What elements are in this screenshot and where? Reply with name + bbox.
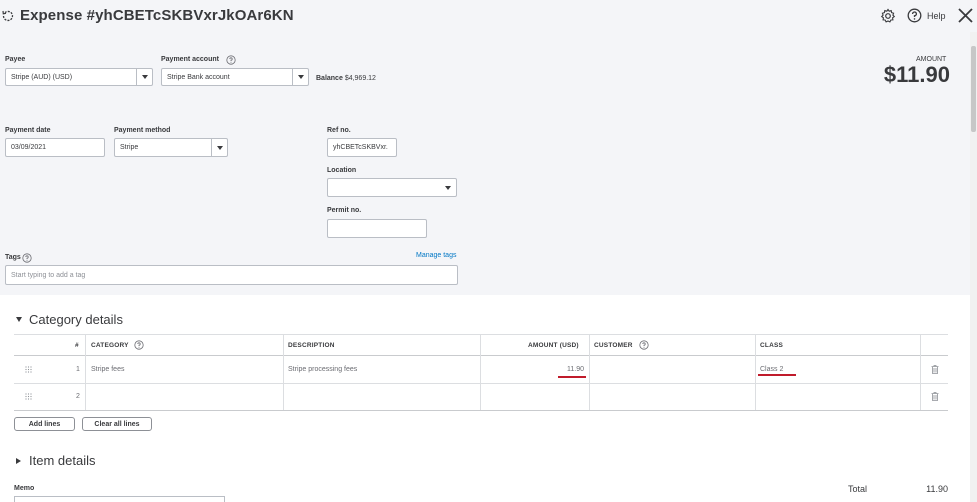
header-bar: Expense #yhCBETcSKBVxrJkOAr6KN Help bbox=[0, 0, 977, 32]
permit-no-label: Permit no. bbox=[327, 207, 362, 214]
ref-no-input[interactable]: yhCBETcSKBVxr. bbox=[327, 138, 397, 157]
close-icon[interactable] bbox=[957, 7, 974, 24]
category-details-toggle[interactable]: Category details bbox=[29, 312, 123, 327]
payment-date-input[interactable]: 03/09/2021 bbox=[5, 138, 105, 157]
ref-no-label: Ref no. bbox=[327, 127, 351, 134]
ref-no-value: yhCBETcSKBVxr. bbox=[333, 144, 388, 151]
divider bbox=[14, 410, 948, 411]
divider bbox=[14, 383, 948, 384]
scrollbar-thumb[interactable] bbox=[971, 46, 976, 132]
payee-select[interactable]: Stripe (AUD) (USD) bbox=[5, 68, 153, 86]
history-icon[interactable] bbox=[1, 9, 15, 23]
tags-label: Tags bbox=[5, 254, 21, 261]
col-num: # bbox=[75, 342, 79, 349]
expand-caret-icon[interactable] bbox=[16, 458, 21, 464]
permit-no-input[interactable] bbox=[327, 219, 427, 238]
total-value: 11.90 bbox=[926, 484, 948, 494]
gear-icon[interactable] bbox=[880, 8, 896, 24]
memo-label: Memo bbox=[14, 485, 35, 492]
payee-label: Payee bbox=[5, 56, 26, 63]
location-label: Location bbox=[327, 167, 357, 174]
trash-icon[interactable] bbox=[931, 392, 939, 401]
error-underline bbox=[558, 376, 586, 378]
col-amount: AMOUNT (USD) bbox=[528, 342, 579, 349]
add-lines-button[interactable]: Add lines bbox=[14, 417, 75, 431]
payment-method-label: Payment method bbox=[114, 127, 171, 134]
collapse-caret-icon[interactable] bbox=[16, 317, 22, 322]
amount-value: $11.90 bbox=[883, 62, 950, 87]
chevron-down-icon[interactable] bbox=[292, 69, 308, 85]
trash-icon[interactable] bbox=[931, 365, 939, 374]
col-class: CLASS bbox=[760, 342, 784, 349]
scrollbar[interactable] bbox=[970, 32, 977, 502]
location-select[interactable] bbox=[327, 178, 457, 197]
payee-value: Stripe (AUD) (USD) bbox=[11, 73, 73, 81]
divider bbox=[14, 334, 948, 335]
info-icon[interactable] bbox=[226, 55, 236, 65]
help-label[interactable]: Help bbox=[927, 11, 946, 21]
payment-account-label: Payment account bbox=[161, 56, 219, 63]
payment-date-label: Payment date bbox=[5, 127, 51, 134]
info-icon[interactable] bbox=[22, 253, 32, 263]
divider bbox=[755, 334, 756, 410]
payment-method-select[interactable]: Stripe bbox=[114, 138, 228, 157]
row-number: 2 bbox=[76, 393, 80, 400]
row-description[interactable]: Stripe processing fees bbox=[288, 366, 357, 373]
chevron-down-icon[interactable] bbox=[440, 179, 456, 196]
chevron-down-icon[interactable] bbox=[211, 139, 227, 156]
memo-textarea[interactable] bbox=[14, 496, 225, 502]
divider bbox=[920, 334, 921, 410]
row-amount[interactable]: 11.90 bbox=[544, 366, 584, 373]
chevron-down-icon[interactable] bbox=[136, 69, 152, 85]
page-title: Expense #yhCBETcSKBVxrJkOAr6KN bbox=[20, 7, 294, 24]
tags-input[interactable]: Start typing to add a tag bbox=[5, 265, 458, 285]
info-icon[interactable] bbox=[639, 340, 649, 350]
row-category[interactable]: Stripe fees bbox=[91, 366, 124, 373]
divider bbox=[283, 334, 284, 410]
divider bbox=[589, 334, 590, 410]
payment-method-value: Stripe bbox=[120, 144, 139, 151]
row-class[interactable]: Class 2 bbox=[760, 366, 783, 373]
balance-value: $4,969.12 bbox=[344, 75, 376, 82]
payment-account-value: Stripe Bank account bbox=[167, 73, 230, 81]
error-underline bbox=[758, 374, 796, 376]
payment-account-select[interactable]: Stripe Bank account bbox=[161, 68, 309, 86]
balance-display: Balance $4,969.12 bbox=[316, 75, 376, 82]
help-icon[interactable] bbox=[907, 8, 922, 23]
payment-date-value: 03/09/2021 bbox=[11, 144, 47, 151]
col-category: CATEGORY bbox=[91, 342, 129, 349]
divider bbox=[85, 334, 86, 410]
col-description: DESCRIPTION bbox=[288, 342, 335, 349]
clear-all-lines-button[interactable]: Clear all lines bbox=[82, 417, 152, 431]
item-details-toggle[interactable]: Item details bbox=[29, 453, 95, 468]
manage-tags-link[interactable]: Manage tags bbox=[416, 252, 456, 259]
info-icon[interactable] bbox=[134, 340, 144, 350]
total-label: Total bbox=[848, 484, 868, 494]
col-customer: CUSTOMER bbox=[594, 342, 633, 349]
divider bbox=[14, 355, 948, 356]
row-number: 1 bbox=[76, 366, 80, 373]
divider bbox=[480, 334, 481, 410]
tags-placeholder: Start typing to add a tag bbox=[11, 271, 86, 279]
drag-handle-icon[interactable] bbox=[25, 393, 32, 400]
balance-label: Balance bbox=[316, 75, 343, 82]
drag-handle-icon[interactable] bbox=[25, 366, 32, 373]
